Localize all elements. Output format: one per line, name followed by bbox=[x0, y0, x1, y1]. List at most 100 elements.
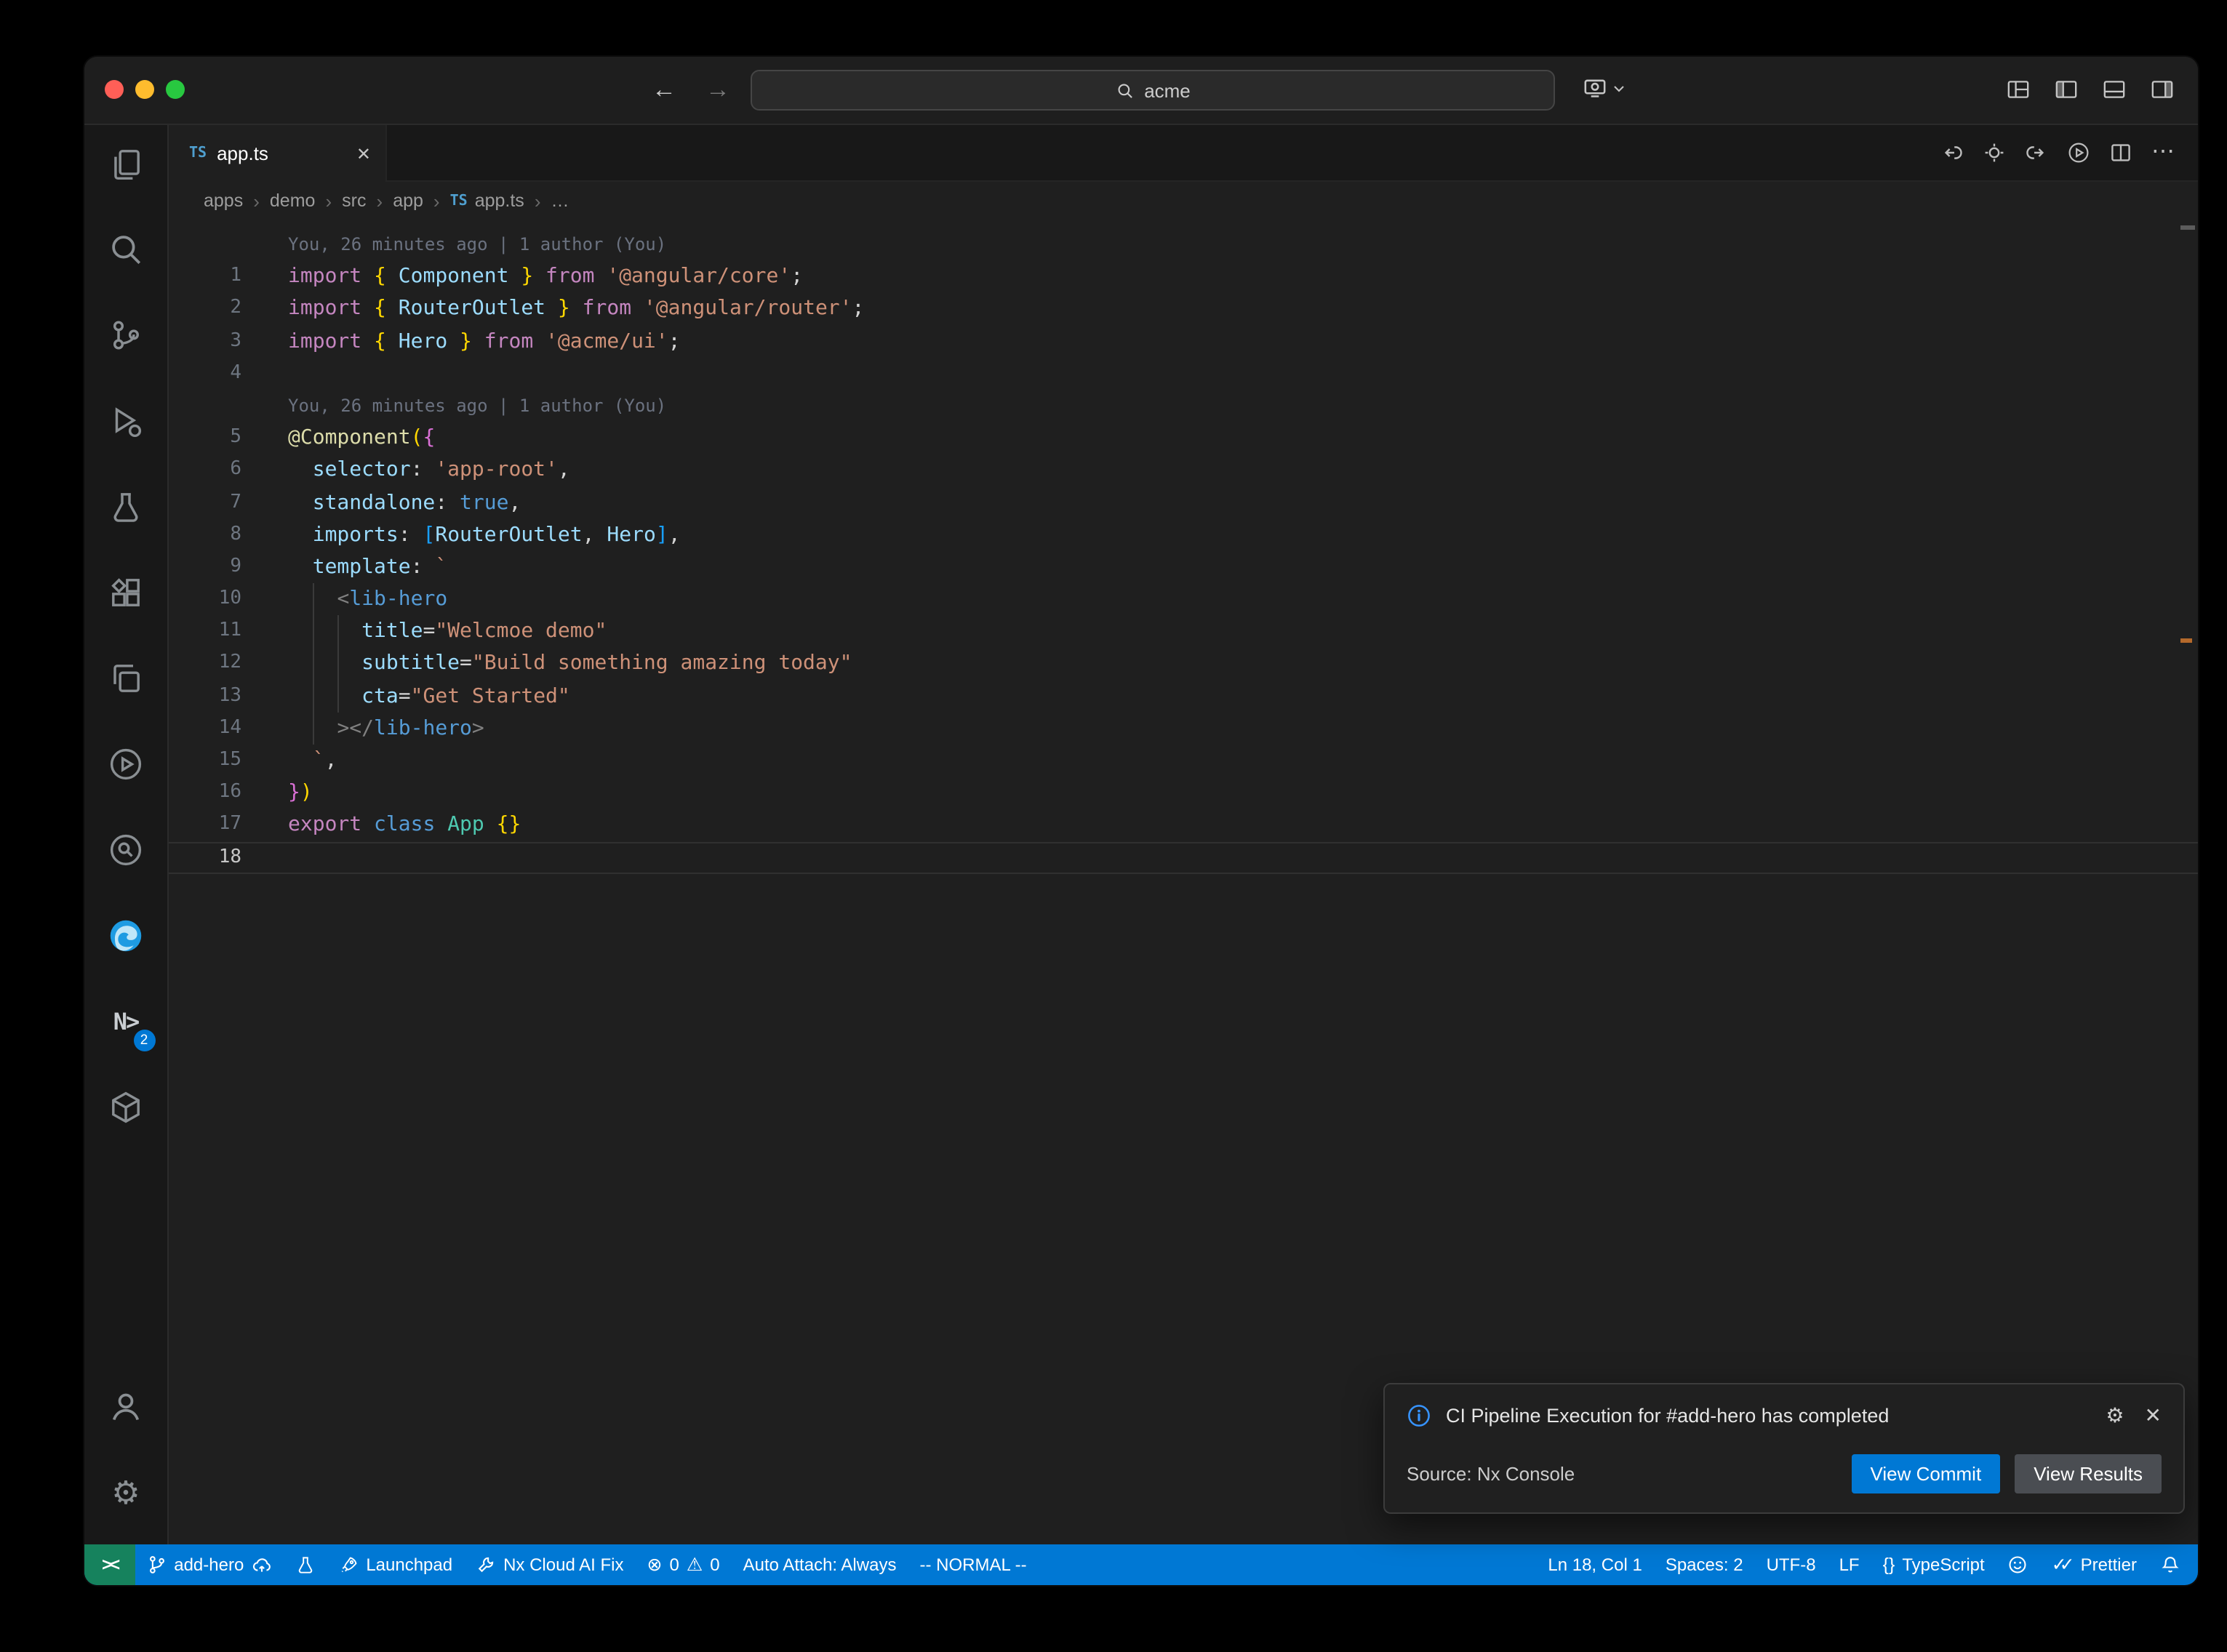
activity-item-source-control[interactable] bbox=[92, 301, 159, 369]
toggle-secondary-sidebar-button[interactable] bbox=[2150, 77, 2175, 102]
line-number[interactable]: 9 bbox=[169, 551, 241, 583]
breadcrumb-item-app[interactable]: app bbox=[393, 191, 423, 211]
smiley-icon bbox=[2008, 1555, 2028, 1575]
breadcrumb-separator: › bbox=[433, 190, 440, 212]
customize-layout-button[interactable] bbox=[2006, 77, 2031, 102]
close-tab-icon[interactable]: ✕ bbox=[356, 143, 371, 164]
split-editor-button[interactable] bbox=[2109, 141, 2132, 164]
nx-icon: N> bbox=[113, 1008, 139, 1035]
code-line-16: 16}) bbox=[169, 777, 2198, 809]
breadcrumb-separator: › bbox=[377, 190, 383, 212]
line-number[interactable]: 16 bbox=[169, 777, 241, 809]
line-number[interactable] bbox=[169, 228, 241, 260]
activity-item-accounts[interactable] bbox=[92, 1373, 159, 1441]
activity-item-edge-tools[interactable] bbox=[92, 902, 159, 970]
status-tests[interactable] bbox=[283, 1544, 327, 1585]
activity-item-dependencies[interactable] bbox=[92, 1073, 159, 1142]
line-number[interactable]: 2 bbox=[169, 293, 241, 325]
code-line-4: 4 bbox=[169, 358, 2198, 390]
status-eol[interactable]: LF bbox=[1828, 1544, 1871, 1585]
status-indentation[interactable]: Spaces: 2 bbox=[1654, 1544, 1755, 1585]
close-window-button[interactable] bbox=[105, 80, 124, 99]
line-number[interactable]: 7 bbox=[169, 486, 241, 518]
status-prettier[interactable]: ✓✓Prettier bbox=[2040, 1544, 2148, 1585]
double-check-icon: ✓✓ bbox=[2052, 1556, 2068, 1573]
activity-item-code-search[interactable] bbox=[92, 816, 159, 884]
command-center-search[interactable]: acme bbox=[751, 70, 1555, 111]
line-number[interactable]: 15 bbox=[169, 745, 241, 777]
next-change-icon bbox=[2025, 141, 2048, 164]
line-number[interactable]: 10 bbox=[169, 583, 241, 615]
activity-item-extensions[interactable] bbox=[92, 558, 159, 627]
zoom-window-button[interactable] bbox=[166, 80, 185, 99]
line-number[interactable]: 13 bbox=[169, 680, 241, 712]
line-number[interactable] bbox=[169, 390, 241, 422]
view-commit-button[interactable]: View Commit bbox=[1852, 1454, 2001, 1493]
line-number[interactable]: 11 bbox=[169, 616, 241, 648]
line-number[interactable]: 4 bbox=[169, 358, 241, 390]
activity-item-nx-console[interactable]: N>2 bbox=[92, 987, 159, 1056]
breadcrumb-item-demo[interactable]: demo bbox=[270, 191, 316, 211]
activity-item-run-target[interactable] bbox=[92, 730, 159, 798]
person-icon bbox=[108, 1389, 144, 1425]
code-text: `, bbox=[288, 745, 337, 777]
status-vim-mode[interactable]: -- NORMAL -- bbox=[908, 1544, 1038, 1585]
activity-item-explorer[interactable] bbox=[92, 129, 159, 198]
edge-icon bbox=[108, 918, 144, 954]
line-number[interactable]: 5 bbox=[169, 422, 241, 454]
view-results-button[interactable]: View Results bbox=[2015, 1454, 2162, 1493]
status-nx-cloud-ai-fix[interactable]: Nx Cloud AI Fix bbox=[464, 1544, 635, 1585]
remote-window-menu[interactable] bbox=[1583, 76, 1628, 100]
activity-item-search[interactable] bbox=[92, 215, 159, 284]
previous-change-button[interactable] bbox=[1940, 141, 1964, 164]
line-number[interactable]: 6 bbox=[169, 454, 241, 486]
line-number[interactable]: 3 bbox=[169, 325, 241, 357]
forward-icon[interactable]: → bbox=[705, 74, 730, 106]
overview-ruler[interactable] bbox=[2178, 220, 2198, 1544]
status-notifications-bell[interactable] bbox=[2148, 1544, 2192, 1585]
breadcrumb-item-[interactable]: … bbox=[551, 191, 569, 211]
activity-item-testing[interactable] bbox=[92, 473, 159, 541]
activity-item-settings[interactable]: ⚙ bbox=[92, 1459, 159, 1527]
search-icon bbox=[108, 231, 144, 268]
code-text: template: ` bbox=[288, 551, 447, 583]
breadcrumb-item-apps[interactable]: apps bbox=[204, 191, 243, 211]
notification-settings-icon[interactable]: ⚙ bbox=[2106, 1403, 2124, 1428]
line-number[interactable]: 8 bbox=[169, 518, 241, 550]
compare-icon bbox=[1983, 141, 2006, 164]
line-number[interactable]: 12 bbox=[169, 648, 241, 680]
breadcrumb-item-app.ts[interactable]: TSapp.ts bbox=[450, 191, 524, 211]
close-notification-icon[interactable]: ✕ bbox=[2145, 1403, 2162, 1428]
back-icon[interactable]: ← bbox=[652, 74, 676, 106]
status-problems[interactable]: ⊗0⚠0 bbox=[636, 1544, 732, 1585]
code-text: @Component({ bbox=[288, 422, 435, 454]
status-launchpad[interactable]: Launchpad bbox=[327, 1544, 464, 1585]
status-git-branch[interactable]: add-hero bbox=[135, 1544, 283, 1585]
next-change-button[interactable] bbox=[2025, 141, 2048, 164]
copy-icon bbox=[108, 660, 144, 697]
activity-item-run-and-debug[interactable] bbox=[92, 387, 159, 455]
status-encoding[interactable]: UTF-8 bbox=[1755, 1544, 1828, 1585]
status-remote[interactable]: >< bbox=[84, 1544, 135, 1585]
toggle-primary-sidebar-button[interactable] bbox=[2054, 77, 2079, 102]
status-language-mode[interactable]: {}TypeScript bbox=[1871, 1544, 1996, 1585]
activity-item-open-editors[interactable] bbox=[92, 644, 159, 713]
minimize-window-button[interactable] bbox=[135, 80, 154, 99]
line-number[interactable]: 17 bbox=[169, 809, 241, 841]
run-file-button[interactable] bbox=[2067, 141, 2090, 164]
status-feedback[interactable] bbox=[1996, 1544, 2040, 1585]
code-editor[interactable]: You, 26 minutes ago | 1 author (You)1imp… bbox=[169, 220, 2198, 1544]
toggle-panel-button[interactable] bbox=[2102, 77, 2127, 102]
status-cursor-position[interactable]: Ln 18, Col 1 bbox=[1536, 1544, 1653, 1585]
line-number[interactable]: 1 bbox=[169, 260, 241, 292]
line-number[interactable]: 18 bbox=[169, 841, 241, 873]
status-label: Ln 18, Col 1 bbox=[1548, 1555, 1642, 1575]
line-number[interactable]: 14 bbox=[169, 713, 241, 745]
search-icon bbox=[1115, 81, 1134, 100]
tab-app-ts[interactable]: TS app.ts ✕ bbox=[169, 125, 387, 182]
breadcrumb-item-src[interactable]: src bbox=[342, 191, 366, 211]
status-auto-attach[interactable]: Auto Attach: Always bbox=[732, 1544, 908, 1585]
compare-changes-button[interactable] bbox=[1983, 141, 2006, 164]
more-actions-button[interactable]: ⋯ bbox=[2151, 140, 2175, 166]
code-text: <lib-hero bbox=[288, 583, 447, 615]
